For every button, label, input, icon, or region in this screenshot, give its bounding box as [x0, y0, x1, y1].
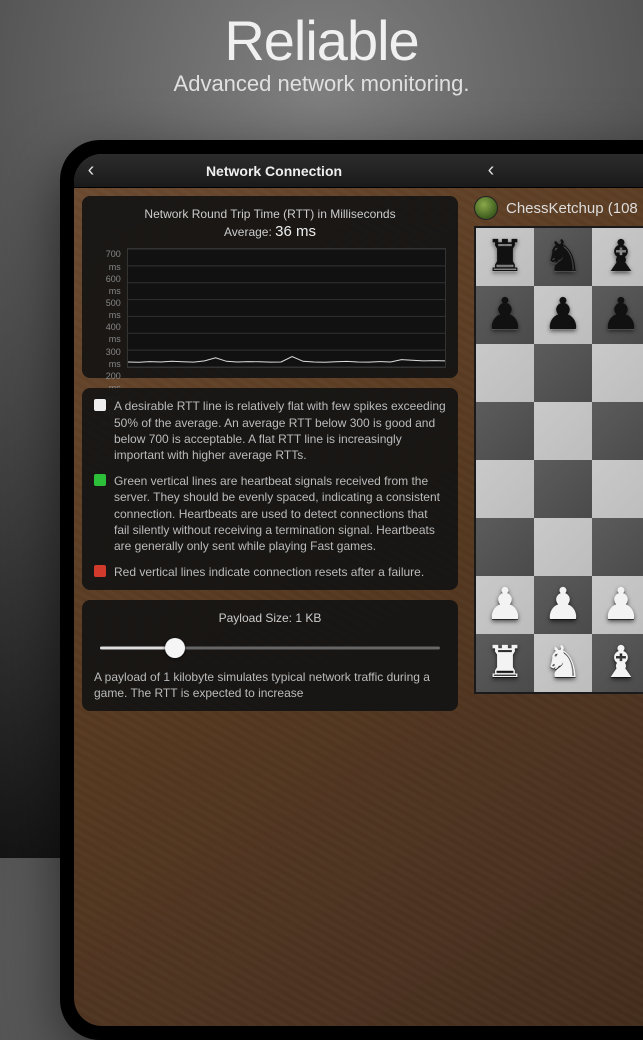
legend-item-white: A desirable RTT line is relatively flat … [94, 398, 446, 463]
y-tick-label: 400 ms [94, 321, 121, 345]
y-tick-label: 500 ms [94, 297, 121, 321]
board-square[interactable]: ♜ [476, 634, 534, 692]
board-square[interactable]: ♝ [592, 634, 643, 692]
payload-description: A payload of 1 kilobyte simulates typica… [94, 669, 446, 701]
rtt-y-axis: 700 ms600 ms500 ms400 ms300 ms200 ms100 … [94, 248, 127, 368]
square-red-icon [94, 565, 106, 577]
opponent-row[interactable]: ChessKetchup (108 [474, 196, 643, 220]
network-pane: Network Round Trip Time (RTT) in Millise… [74, 154, 466, 1026]
slider-thumb[interactable] [165, 638, 185, 658]
piece-icon: ♟ [485, 583, 524, 627]
board-square[interactable]: ♜ [476, 228, 534, 286]
board-square[interactable] [534, 518, 592, 576]
payload-card: Payload Size: 1 KB A payload of 1 kiloby… [82, 600, 458, 711]
board-square[interactable] [592, 460, 643, 518]
square-white-icon [94, 399, 106, 411]
board-square[interactable] [534, 402, 592, 460]
legend-card: A desirable RTT line is relatively flat … [82, 388, 458, 590]
piece-icon: ♟ [543, 583, 582, 627]
y-tick-label: 600 ms [94, 273, 121, 297]
legend-red-text: Red vertical lines indicate connection r… [114, 564, 424, 580]
piece-icon: ♞ [543, 235, 582, 279]
board-square[interactable]: ♟ [476, 576, 534, 634]
chessboard[interactable]: ♜♞♝♛♚♝♞♜♟♟♟♟♟♟♟♟♟♟♟♟♟♟♟♟♜♞♝♛♚♝♞♜ [474, 226, 643, 694]
board-square[interactable] [534, 344, 592, 402]
board-square[interactable] [592, 518, 643, 576]
rtt-avg-label: Average: [224, 225, 272, 239]
board-square[interactable] [592, 344, 643, 402]
board-square[interactable] [476, 402, 534, 460]
piece-icon: ♟ [543, 293, 582, 337]
piece-icon: ♝ [601, 235, 640, 279]
avatar [474, 196, 498, 220]
piece-icon: ♝ [601, 641, 640, 685]
board-square[interactable]: ♟ [534, 286, 592, 344]
board-square[interactable]: ♟ [592, 286, 643, 344]
board-square[interactable] [476, 460, 534, 518]
rtt-card: Network Round Trip Time (RTT) in Millise… [82, 196, 458, 378]
piece-icon: ♟ [601, 583, 640, 627]
app-header: ‹ Network Connection ‹ [74, 154, 643, 188]
header-title: Network Connection [74, 163, 474, 179]
rtt-chart-title: Network Round Trip Time (RTT) in Millise… [94, 206, 446, 222]
board-square[interactable]: ♞ [534, 634, 592, 692]
slider-fill [100, 646, 175, 649]
board-square[interactable] [534, 460, 592, 518]
board-square[interactable] [476, 344, 534, 402]
rtt-avg-value: 36 ms [275, 223, 316, 240]
hero-subtitle: Advanced network monitoring. [0, 71, 643, 97]
legend-white-text: A desirable RTT line is relatively flat … [114, 398, 446, 463]
opponent-name: ChessKetchup (108 [506, 200, 638, 217]
piece-icon: ♟ [485, 293, 524, 337]
board-square[interactable]: ♟ [534, 576, 592, 634]
board-square[interactable]: ♟ [592, 576, 643, 634]
board-square[interactable]: ♞ [534, 228, 592, 286]
rtt-chart [127, 248, 446, 368]
legend-item-green: Green vertical lines are heartbeat signa… [94, 473, 446, 554]
tablet-frame: ‹ Network Connection ‹ Network Round Tri… [60, 140, 643, 1040]
back-button-right[interactable]: ‹ [474, 159, 508, 182]
piece-icon: ♜ [485, 641, 524, 685]
hero-title: Reliable [0, 8, 643, 73]
payload-title: Payload Size: 1 KB [94, 610, 446, 626]
piece-icon: ♞ [543, 641, 582, 685]
board-square[interactable]: ♟ [476, 286, 534, 344]
board-square[interactable] [592, 402, 643, 460]
piece-icon: ♜ [485, 235, 524, 279]
screen: ‹ Network Connection ‹ Network Round Tri… [74, 154, 643, 1026]
legend-item-red: Red vertical lines indicate connection r… [94, 564, 446, 580]
board-square[interactable]: ♝ [592, 228, 643, 286]
square-green-icon [94, 474, 106, 486]
y-tick-label: 700 ms [94, 248, 121, 272]
game-pane: ChessKetchup (108 ♜♞♝♛♚♝♞♜♟♟♟♟♟♟♟♟♟♟♟♟♟♟… [466, 154, 643, 1026]
legend-green-text: Green vertical lines are heartbeat signa… [114, 473, 446, 554]
piece-icon: ♟ [601, 293, 640, 337]
y-tick-label: 300 ms [94, 346, 121, 370]
board-square[interactable] [476, 518, 534, 576]
payload-slider[interactable] [100, 637, 440, 659]
chevron-left-icon: ‹ [488, 159, 495, 181]
